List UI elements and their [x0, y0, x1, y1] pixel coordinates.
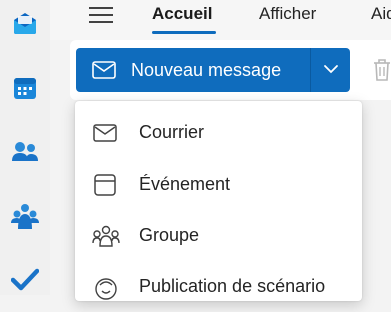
- mail-app-icon[interactable]: [9, 7, 41, 39]
- tab-afficher[interactable]: Afficher: [259, 4, 316, 24]
- hamburger-menu-icon[interactable]: [88, 3, 116, 27]
- menu-item-publication-de-scenario[interactable]: Publication de scénario: [75, 262, 362, 312]
- delete-icon[interactable]: [372, 58, 391, 87]
- new-message-label: Nouveau message: [131, 60, 282, 80]
- app-rail: [0, 0, 50, 295]
- people-app-icon[interactable]: [9, 136, 41, 168]
- menu-item-label: Groupe: [139, 225, 200, 245]
- new-item-menu: Courrier Événement Groupe Publication de…: [75, 101, 362, 301]
- new-message-button[interactable]: Nouveau message: [76, 48, 310, 92]
- menu-item-courrier[interactable]: Courrier: [75, 108, 362, 158]
- chevron-down-icon: [323, 61, 339, 79]
- selected-tab-indicator: [152, 31, 216, 34]
- story-post-icon: [92, 275, 118, 300]
- todo-app-icon[interactable]: [9, 263, 41, 295]
- tab-aide[interactable]: Aid: [371, 4, 391, 24]
- tab-accueil[interactable]: Accueil: [152, 4, 212, 24]
- group-icon: [92, 224, 120, 248]
- groups-app-icon[interactable]: [9, 200, 41, 232]
- menu-item-label: Publication de scénario: [139, 276, 326, 296]
- calendar-app-icon[interactable]: [9, 72, 41, 104]
- menu-item-groupe[interactable]: Groupe: [75, 211, 362, 261]
- calendar-event-icon: [92, 173, 118, 197]
- new-item-dropdown-button[interactable]: [311, 48, 350, 92]
- menu-item-label: Événement: [139, 174, 231, 194]
- menu-item-label: Courrier: [139, 122, 205, 142]
- mail-icon: [92, 121, 118, 145]
- menu-item-evenement[interactable]: Événement: [75, 160, 362, 210]
- mail-icon: [92, 61, 116, 84]
